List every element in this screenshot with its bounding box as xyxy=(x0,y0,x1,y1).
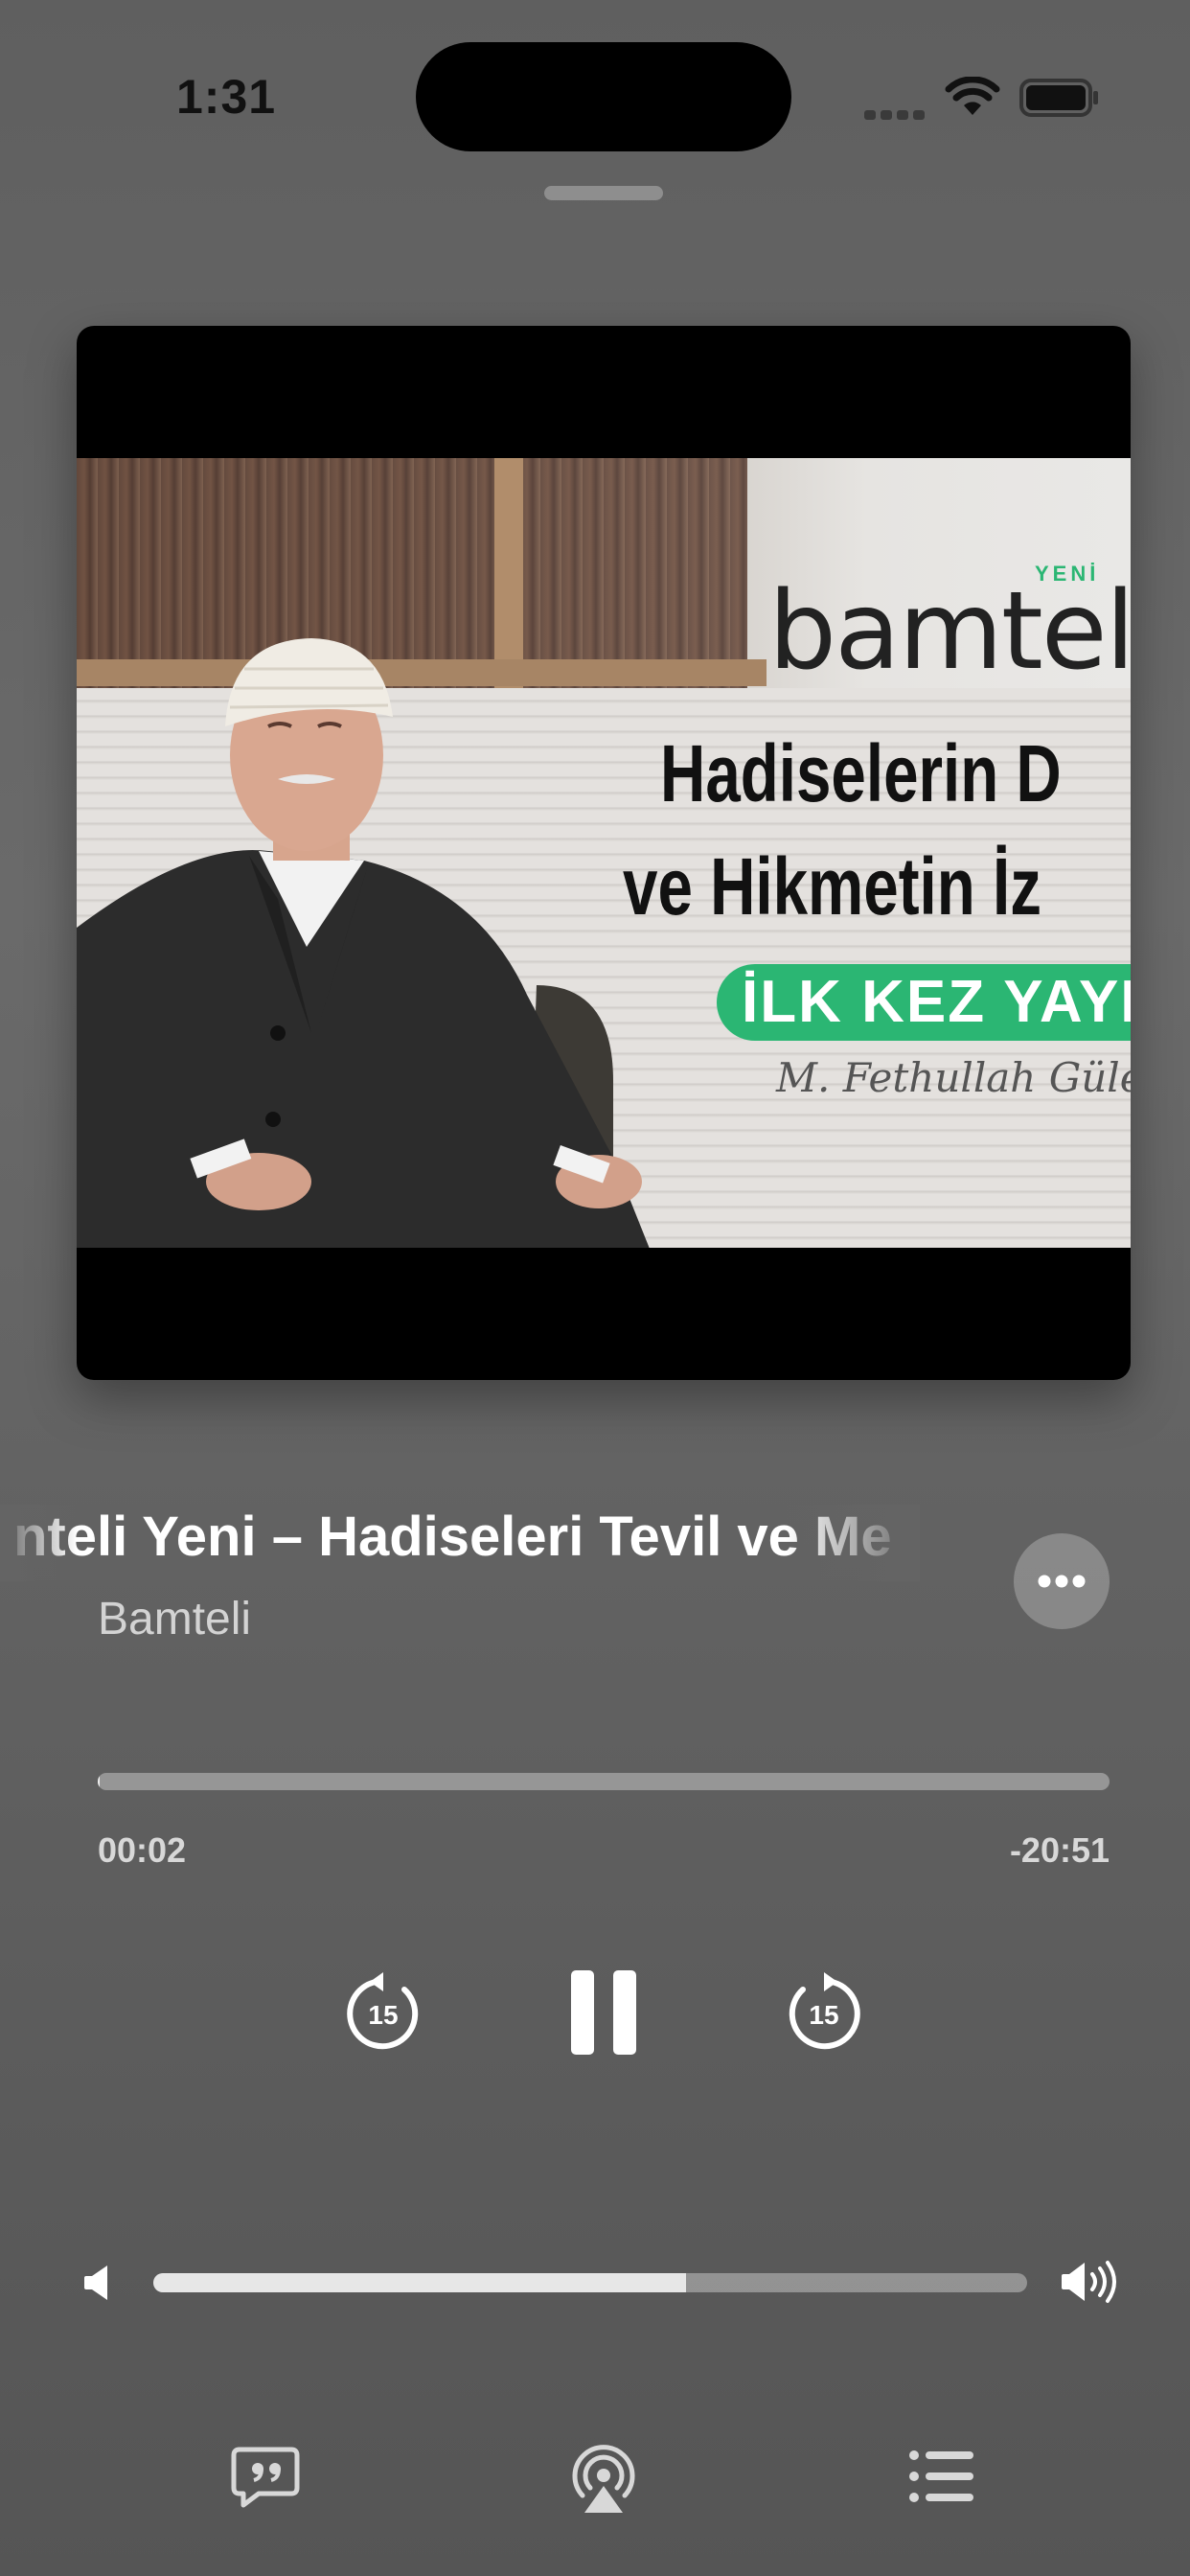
skip-forward-seconds: 15 xyxy=(809,2000,838,2030)
more-options-button[interactable] xyxy=(1014,1533,1110,1629)
cellular-signal-icon xyxy=(864,107,929,125)
battery-icon xyxy=(1019,79,1098,117)
airplay-button[interactable] xyxy=(565,2440,642,2521)
ellipsis-icon xyxy=(1038,1575,1086,1588)
track-title: nteli Yeni – Hadiseleri Tevil ve Me xyxy=(13,1506,892,1568)
brand-logo-text: bamteli xyxy=(768,569,1131,694)
speaker-portrait xyxy=(77,638,650,1248)
volume-level-fill xyxy=(153,2273,687,2292)
skip-back-button[interactable]: 15 xyxy=(341,1970,425,2055)
album-artwork: YENİ bamteli Hadiselerin D ve Hikmetin İ… xyxy=(77,326,1131,1380)
playback-scrubber[interactable] xyxy=(98,1773,1110,1790)
quote-bubble-icon xyxy=(231,2447,300,2508)
headline-line-2: ve Hikmetin İz xyxy=(623,841,1041,932)
skip-back-seconds: 15 xyxy=(368,2000,398,2030)
title-fade-right xyxy=(786,1505,920,1581)
pause-button[interactable] xyxy=(565,1966,642,2058)
goforward-15-icon: 15 xyxy=(789,1972,860,2050)
status-time: 1:31 xyxy=(176,70,277,124)
artwork-headline: Hadiselerin D ve Hikmetin İz xyxy=(623,717,1131,943)
list-bullet-icon xyxy=(909,2450,973,2502)
lyrics-button[interactable] xyxy=(230,2446,301,2514)
skip-forward-button[interactable]: 15 xyxy=(782,1970,866,2055)
volume-slider[interactable] xyxy=(153,2273,1027,2292)
speaker-high-icon xyxy=(1062,2261,1116,2303)
pause-icon xyxy=(571,1970,636,2055)
elapsed-time: 00:02 xyxy=(98,1830,187,1870)
artwork-image: YENİ bamteli Hadiselerin D ve Hikmetin İ… xyxy=(77,458,1131,1248)
queue-button[interactable] xyxy=(908,2450,975,2508)
first-broadcast-banner: İLK KEZ YAYIND xyxy=(717,964,1131,1041)
wifi-icon xyxy=(945,77,1000,115)
playback-progress-fill xyxy=(98,1773,101,1790)
status-bar: 1:31 xyxy=(0,0,1190,192)
remaining-time: -20:51 xyxy=(1009,1830,1110,1870)
signature-text: M. Fethullah Gülen xyxy=(776,1054,1131,1101)
speaker-low-icon xyxy=(84,2266,107,2300)
sheet-grabber[interactable] xyxy=(544,186,663,200)
headline-line-1: Hadiselerin D xyxy=(660,728,1062,818)
airplay-audio-icon xyxy=(572,2445,635,2513)
track-title-marquee: nteli Yeni – Hadiseleri Tevil ve Me xyxy=(0,1505,920,1581)
dynamic-island xyxy=(416,42,791,151)
title-fade-left xyxy=(0,1505,77,1581)
track-artist[interactable]: Bamteli xyxy=(98,1593,251,1645)
gobackward-15-icon: 15 xyxy=(347,1972,419,2050)
